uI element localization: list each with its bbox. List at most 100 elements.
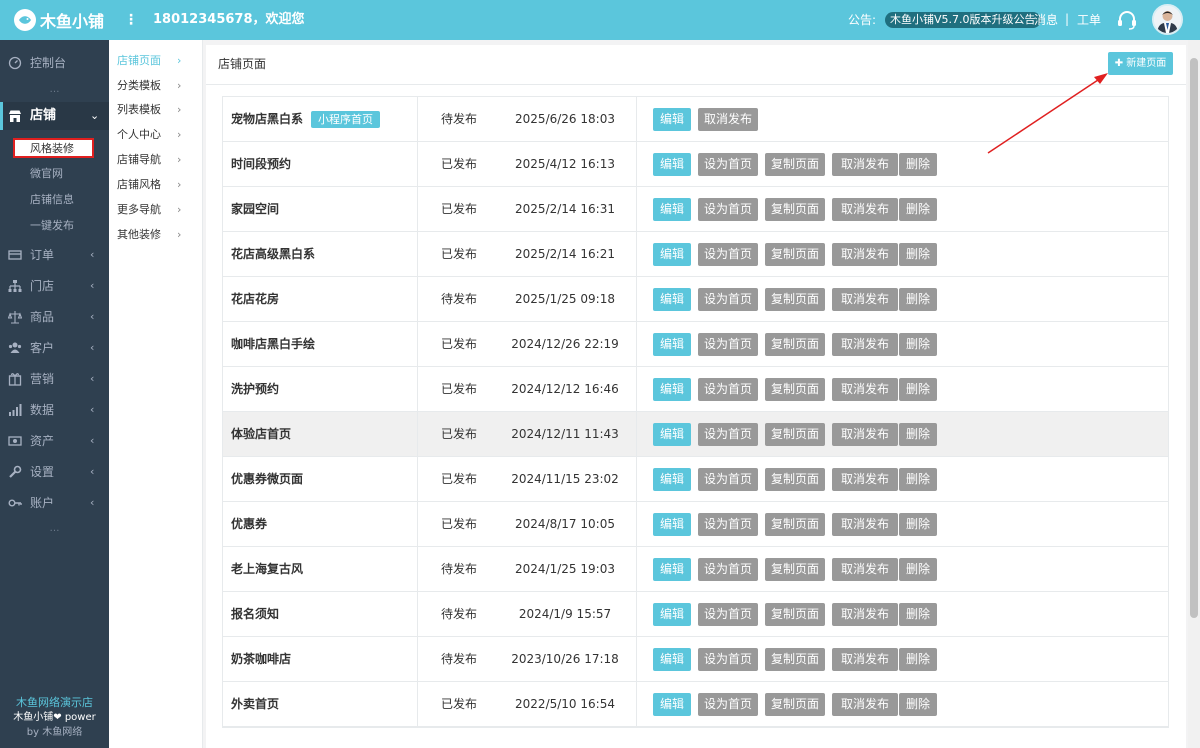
edit-button[interactable]: 编辑: [653, 243, 691, 266]
set-home-button[interactable]: 设为首页: [698, 243, 758, 266]
delete-button[interactable]: 删除: [899, 603, 937, 626]
set-home-button[interactable]: 设为首页: [698, 558, 758, 581]
copy-page-button[interactable]: 复制页面: [765, 513, 825, 536]
unpublish-button[interactable]: 取消发布: [832, 288, 898, 311]
subnav-item-personal-center[interactable]: 个人中心 ›: [117, 128, 197, 141]
sidebar-item-orders[interactable]: 订单 ‹: [0, 240, 109, 270]
sidebar-item-account[interactable]: 账户 ‹: [0, 488, 109, 518]
scrollbar-thumb[interactable]: [1190, 58, 1198, 618]
sidebar-item-settings[interactable]: 设置 ‹: [0, 457, 109, 487]
subnav-item-shop-navigation[interactable]: 店铺导航 ›: [117, 153, 197, 166]
subnav-item-shop-style[interactable]: 店铺风格 ›: [117, 178, 197, 191]
edit-button[interactable]: 编辑: [653, 423, 691, 446]
user-avatar[interactable]: [1152, 4, 1183, 35]
copy-page-button[interactable]: 复制页面: [765, 693, 825, 716]
subnav-item-list-template[interactable]: 列表模板 ›: [117, 103, 197, 116]
unpublish-button[interactable]: 取消发布: [832, 648, 898, 671]
unpublish-button[interactable]: 取消发布: [698, 108, 758, 131]
subnav-item-other-decoration[interactable]: 其他装修 ›: [117, 228, 197, 241]
delete-button[interactable]: 删除: [899, 648, 937, 671]
sidebar-item-data[interactable]: 数据 ‹: [0, 395, 109, 425]
set-home-button[interactable]: 设为首页: [698, 423, 758, 446]
edit-button[interactable]: 编辑: [653, 603, 691, 626]
edit-button[interactable]: 编辑: [653, 513, 691, 536]
delete-button[interactable]: 删除: [899, 468, 937, 491]
edit-button[interactable]: 编辑: [653, 648, 691, 671]
sidebar-item-goods[interactable]: 商品 ‹: [0, 302, 109, 332]
delete-button[interactable]: 删除: [899, 288, 937, 311]
menu-toggle-icon[interactable]: ⋮: [124, 11, 138, 29]
sidebar-subitem-one-click-publish[interactable]: 一键发布: [30, 219, 74, 232]
unpublish-button[interactable]: 取消发布: [832, 423, 898, 446]
delete-button[interactable]: 删除: [899, 153, 937, 176]
delete-button[interactable]: 删除: [899, 423, 937, 446]
unpublish-button[interactable]: 取消发布: [832, 603, 898, 626]
copy-page-button[interactable]: 复制页面: [765, 423, 825, 446]
set-home-button[interactable]: 设为首页: [698, 288, 758, 311]
copy-page-button[interactable]: 复制页面: [765, 468, 825, 491]
edit-button[interactable]: 编辑: [653, 198, 691, 221]
edit-button[interactable]: 编辑: [653, 558, 691, 581]
delete-button[interactable]: 删除: [899, 513, 937, 536]
sidebar-item-customers[interactable]: 客户 ‹: [0, 333, 109, 363]
set-home-button[interactable]: 设为首页: [698, 648, 758, 671]
set-home-button[interactable]: 设为首页: [698, 513, 758, 536]
set-home-button[interactable]: 设为首页: [698, 198, 758, 221]
set-home-button[interactable]: 设为首页: [698, 468, 758, 491]
messages-link[interactable]: 消息: [1034, 13, 1058, 27]
copy-page-button[interactable]: 复制页面: [765, 378, 825, 401]
unpublish-button[interactable]: 取消发布: [832, 153, 898, 176]
unpublish-button[interactable]: 取消发布: [832, 333, 898, 356]
edit-button[interactable]: 编辑: [653, 378, 691, 401]
unpublish-button[interactable]: 取消发布: [832, 693, 898, 716]
sidebar-item-shop[interactable]: 店铺 ⌄: [0, 102, 109, 130]
sidebar-item-dashboard[interactable]: 控制台: [0, 48, 109, 78]
copy-page-button[interactable]: 复制页面: [765, 243, 825, 266]
logo[interactable]: 木鱼小铺: [14, 9, 104, 31]
sidebar-item-stores[interactable]: 门店 ‹: [0, 271, 109, 301]
notice-link[interactable]: 木鱼小铺V5.7.0版本升级公告: [885, 12, 1041, 28]
delete-button[interactable]: 删除: [899, 198, 937, 221]
edit-button[interactable]: 编辑: [653, 108, 691, 131]
delete-button[interactable]: 删除: [899, 378, 937, 401]
copy-page-button[interactable]: 复制页面: [765, 153, 825, 176]
unpublish-button[interactable]: 取消发布: [832, 558, 898, 581]
delete-button[interactable]: 删除: [899, 558, 937, 581]
headset-icon[interactable]: [1116, 9, 1138, 31]
subnav-item-more-navigation[interactable]: 更多导航 ›: [117, 203, 197, 216]
copy-page-button[interactable]: 复制页面: [765, 558, 825, 581]
copy-page-button[interactable]: 复制页面: [765, 333, 825, 356]
unpublish-button[interactable]: 取消发布: [832, 378, 898, 401]
set-home-button[interactable]: 设为首页: [698, 693, 758, 716]
edit-button[interactable]: 编辑: [653, 468, 691, 491]
sidebar-subitem-shop-info[interactable]: 店铺信息: [30, 193, 74, 206]
edit-button[interactable]: 编辑: [653, 693, 691, 716]
edit-button[interactable]: 编辑: [653, 333, 691, 356]
sidebar-subitem-style-decoration[interactable]: 风格装修: [13, 138, 94, 158]
set-home-button[interactable]: 设为首页: [698, 378, 758, 401]
copy-page-button[interactable]: 复制页面: [765, 198, 825, 221]
set-home-button[interactable]: 设为首页: [698, 603, 758, 626]
shop-name[interactable]: 木鱼网络演示店: [0, 696, 109, 709]
sidebar-item-assets[interactable]: 资产 ‹: [0, 426, 109, 456]
unpublish-button[interactable]: 取消发布: [832, 198, 898, 221]
copy-page-button[interactable]: 复制页面: [765, 648, 825, 671]
edit-button[interactable]: 编辑: [653, 153, 691, 176]
copy-page-button[interactable]: 复制页面: [765, 603, 825, 626]
subnav-item-category-template[interactable]: 分类模板 ›: [117, 79, 197, 92]
work-order-link[interactable]: 工单: [1077, 13, 1101, 27]
copy-page-button[interactable]: 复制页面: [765, 288, 825, 311]
edit-button[interactable]: 编辑: [653, 288, 691, 311]
set-home-button[interactable]: 设为首页: [698, 153, 758, 176]
delete-button[interactable]: 删除: [899, 243, 937, 266]
unpublish-button[interactable]: 取消发布: [832, 243, 898, 266]
page-scrollbar[interactable]: [1188, 40, 1200, 748]
sidebar-item-marketing[interactable]: 营销 ‹: [0, 364, 109, 394]
sidebar-subitem-micro-site[interactable]: 微官网: [30, 167, 63, 180]
set-home-button[interactable]: 设为首页: [698, 333, 758, 356]
subnav-item-shop-pages[interactable]: 店铺页面 ›: [117, 54, 197, 67]
unpublish-button[interactable]: 取消发布: [832, 468, 898, 491]
delete-button[interactable]: 删除: [899, 693, 937, 716]
unpublish-button[interactable]: 取消发布: [832, 513, 898, 536]
delete-button[interactable]: 删除: [899, 333, 937, 356]
